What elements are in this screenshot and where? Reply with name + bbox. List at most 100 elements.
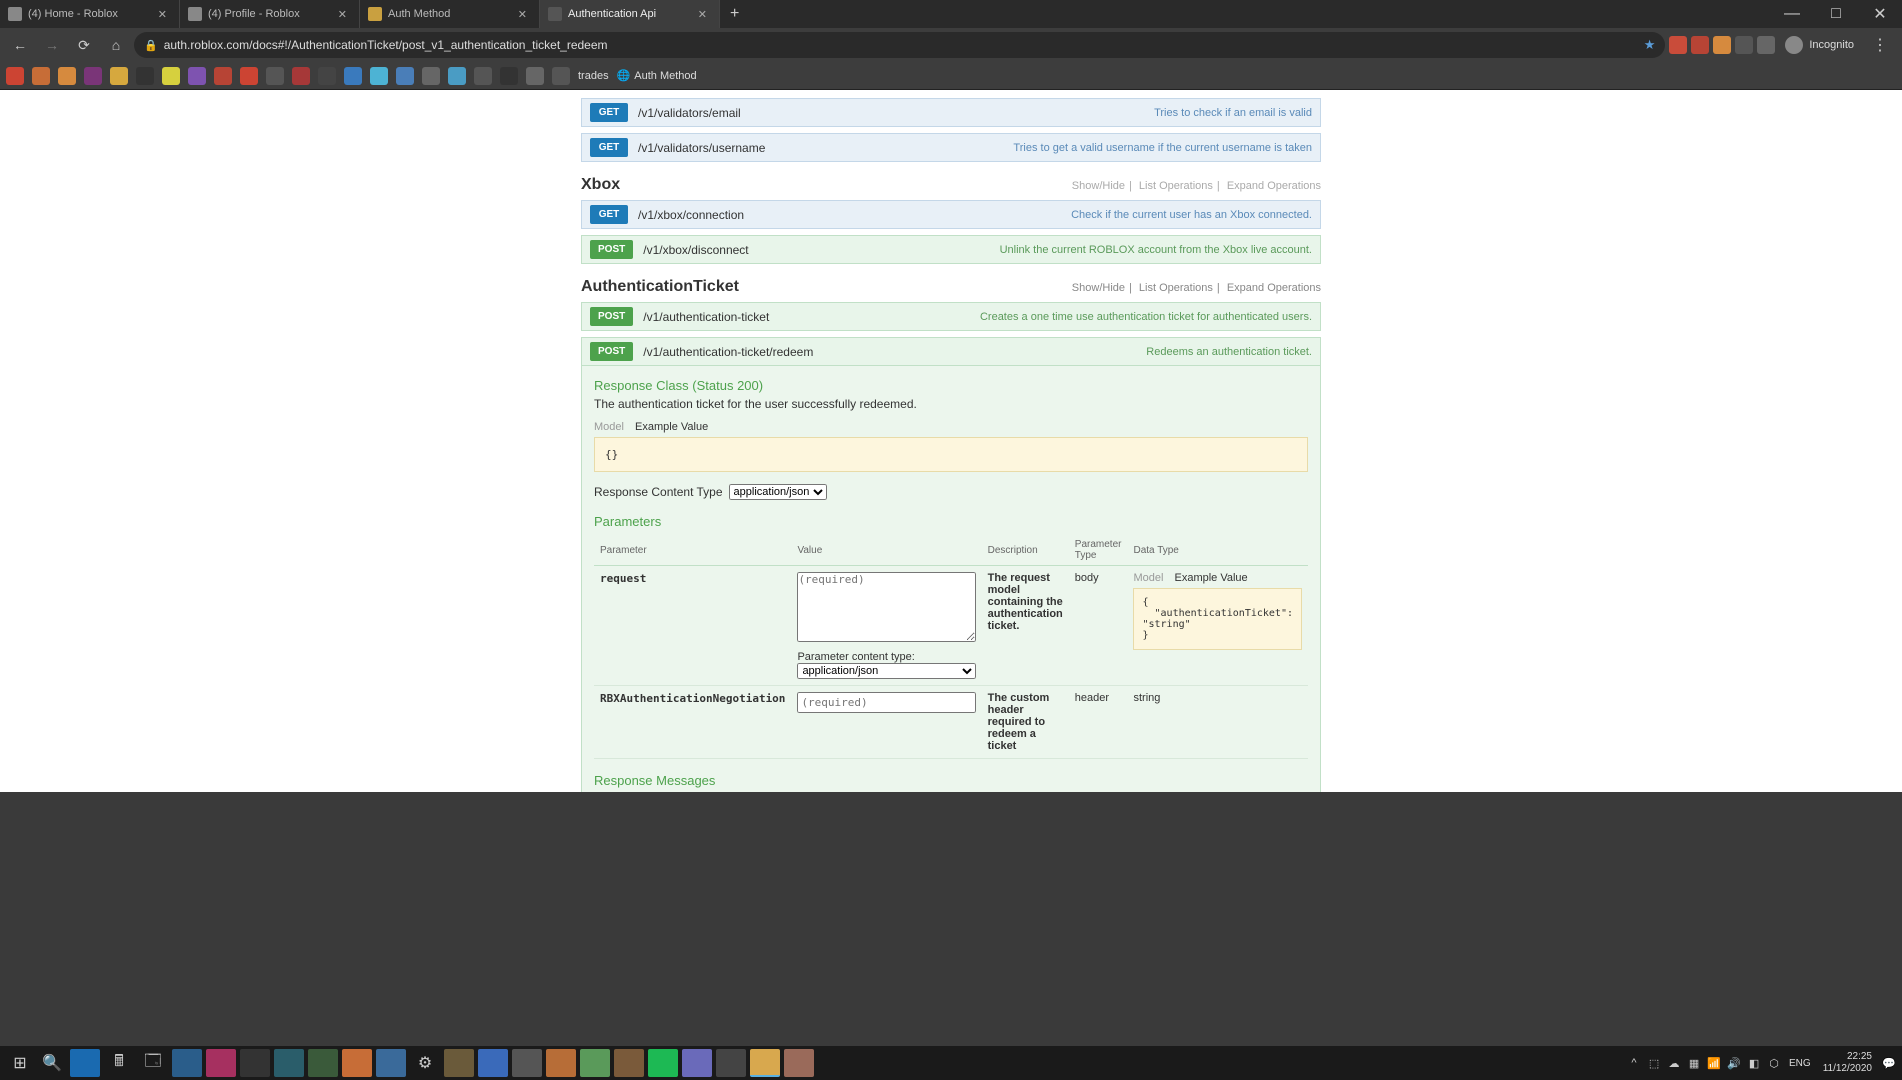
url-input[interactable]: 🔒 auth.roblox.com/docs#!/AuthenticationT… xyxy=(134,32,1665,58)
home-button[interactable]: ⌂ xyxy=(102,31,130,59)
taskbar-app-icon[interactable] xyxy=(376,1049,406,1077)
extension-icon[interactable] xyxy=(1735,36,1753,54)
taskbar-app-icon[interactable] xyxy=(478,1049,508,1077)
bookmark-icon[interactable] xyxy=(58,67,76,85)
showhide-link[interactable]: Show/Hide xyxy=(1072,282,1125,294)
bookmark-icon[interactable] xyxy=(500,67,518,85)
back-button[interactable]: ← xyxy=(6,31,34,59)
bookmark-icon[interactable] xyxy=(240,67,258,85)
language-indicator[interactable]: ENG xyxy=(1785,1058,1815,1069)
extensions-menu-icon[interactable] xyxy=(1757,36,1775,54)
param-value-input[interactable] xyxy=(797,692,975,713)
tray-icon[interactable]: ▦ xyxy=(1685,1054,1703,1072)
list-ops-link[interactable]: List Operations xyxy=(1139,180,1213,192)
endpoint-auth-ticket-redeem[interactable]: POST /v1/authentication-ticket/redeem Re… xyxy=(581,337,1321,366)
taskbar-app-icon[interactable] xyxy=(70,1049,100,1077)
minimize-button[interactable]: — xyxy=(1770,0,1814,28)
bookmark-trades[interactable]: trades xyxy=(578,70,609,82)
tray-icon[interactable]: ☁ xyxy=(1665,1054,1683,1072)
clock[interactable]: 22:25 11/12/2020 xyxy=(1817,1051,1878,1075)
endpoint-xbox-connection[interactable]: GET /v1/xbox/connection Check if the cur… xyxy=(581,200,1321,229)
close-icon[interactable]: ✕ xyxy=(334,8,351,21)
endpoint-auth-ticket[interactable]: POST /v1/authentication-ticket Creates a… xyxy=(581,302,1321,331)
taskbar-app-icon[interactable]: 🗔 xyxy=(138,1049,168,1077)
taskbar-app-icon[interactable] xyxy=(342,1049,372,1077)
taskbar-app-icon[interactable] xyxy=(308,1049,338,1077)
endpoint-validators-username[interactable]: GET /v1/validators/username Tries to get… xyxy=(581,133,1321,162)
taskbar-app-icon[interactable]: 🖩 xyxy=(104,1049,134,1077)
bookmark-icon[interactable] xyxy=(474,67,492,85)
bookmark-icon[interactable] xyxy=(370,67,388,85)
bookmark-icon[interactable] xyxy=(552,67,570,85)
tray-icon[interactable]: ⬡ xyxy=(1765,1054,1783,1072)
endpoint-validators-email[interactable]: GET /v1/validators/email Tries to check … xyxy=(581,98,1321,127)
datatype-model-tab[interactable]: Model xyxy=(1133,572,1163,584)
taskbar-app-icon[interactable] xyxy=(580,1049,610,1077)
bookmark-icon[interactable] xyxy=(526,67,544,85)
tab-profile[interactable]: (4) Profile - Roblox ✕ xyxy=(180,0,360,28)
incognito-indicator[interactable]: Incognito xyxy=(1779,36,1860,54)
bookmark-icon[interactable] xyxy=(448,67,466,85)
tab-auth-api[interactable]: Authentication Api ✕ xyxy=(540,0,720,28)
taskbar-app-icon[interactable] xyxy=(784,1049,814,1077)
expand-ops-link[interactable]: Expand Operations xyxy=(1227,282,1321,294)
bookmark-icon[interactable] xyxy=(84,67,102,85)
bookmark-icon[interactable] xyxy=(214,67,232,85)
new-tab-button[interactable]: + xyxy=(720,5,749,23)
close-icon[interactable]: ✕ xyxy=(694,8,711,21)
bookmark-icon[interactable] xyxy=(6,67,24,85)
taskbar-app-icon[interactable] xyxy=(648,1049,678,1077)
datatype-example-body[interactable]: { "authenticationTicket": "string" } xyxy=(1133,588,1302,650)
example-value-tab[interactable]: Example Value xyxy=(635,421,708,433)
taskbar-app-icon[interactable] xyxy=(206,1049,236,1077)
expand-ops-link[interactable]: Expand Operations xyxy=(1227,180,1321,192)
bookmark-icon[interactable] xyxy=(136,67,154,85)
taskbar-app-icon[interactable] xyxy=(444,1049,474,1077)
extension-icon[interactable] xyxy=(1691,36,1709,54)
close-icon[interactable]: ✕ xyxy=(514,8,531,21)
reload-button[interactable]: ⟳ xyxy=(70,31,98,59)
taskbar-app-icon[interactable] xyxy=(274,1049,304,1077)
extension-icon[interactable] xyxy=(1713,36,1731,54)
taskbar-chrome-icon[interactable] xyxy=(750,1049,780,1077)
bookmark-icon[interactable] xyxy=(266,67,284,85)
close-window-button[interactable]: ✕ xyxy=(1858,0,1902,28)
showhide-link[interactable]: Show/Hide xyxy=(1072,180,1125,192)
bookmark-auth-method[interactable]: 🌐 Auth Method xyxy=(617,69,697,82)
bookmark-icon[interactable] xyxy=(110,67,128,85)
bookmark-icon[interactable] xyxy=(422,67,440,85)
tab-home[interactable]: (4) Home - Roblox ✕ xyxy=(0,0,180,28)
notifications-icon[interactable]: 💬 xyxy=(1880,1054,1898,1072)
bookmark-icon[interactable] xyxy=(292,67,310,85)
bookmark-icon[interactable] xyxy=(32,67,50,85)
taskbar-app-icon[interactable] xyxy=(546,1049,576,1077)
tab-auth-method[interactable]: Auth Method ✕ xyxy=(360,0,540,28)
bookmark-icon[interactable] xyxy=(162,67,180,85)
param-content-type-select[interactable]: application/json xyxy=(797,663,975,679)
close-icon[interactable]: ✕ xyxy=(154,8,171,21)
taskbar-app-icon[interactable] xyxy=(172,1049,202,1077)
param-value-textarea[interactable] xyxy=(797,572,975,642)
forward-button[interactable]: → xyxy=(38,31,66,59)
bookmark-icon[interactable] xyxy=(188,67,206,85)
datatype-example-tab[interactable]: Example Value xyxy=(1175,572,1248,584)
extension-icon[interactable] xyxy=(1669,36,1687,54)
content-type-select[interactable]: application/json xyxy=(729,484,827,500)
taskbar-app-icon[interactable] xyxy=(512,1049,542,1077)
taskbar-app-icon[interactable]: ⚙ xyxy=(410,1049,440,1077)
bookmark-icon[interactable] xyxy=(344,67,362,85)
taskbar-app-icon[interactable] xyxy=(614,1049,644,1077)
start-button[interactable]: ⊞ xyxy=(6,1049,34,1077)
taskbar-app-icon[interactable] xyxy=(682,1049,712,1077)
bookmark-icon[interactable] xyxy=(318,67,336,85)
taskbar-app-icon[interactable] xyxy=(716,1049,746,1077)
endpoint-xbox-disconnect[interactable]: POST /v1/xbox/disconnect Unlink the curr… xyxy=(581,235,1321,264)
tray-icon[interactable]: ⬚ xyxy=(1645,1054,1663,1072)
list-ops-link[interactable]: List Operations xyxy=(1139,282,1213,294)
tray-overflow-icon[interactable]: ^ xyxy=(1625,1054,1643,1072)
bookmark-icon[interactable] xyxy=(396,67,414,85)
search-button[interactable]: 🔍 xyxy=(38,1049,66,1077)
model-tab[interactable]: Model xyxy=(594,421,624,433)
bookmark-star-icon[interactable]: ★ xyxy=(1644,37,1656,53)
tray-icon[interactable]: ◧ xyxy=(1745,1054,1763,1072)
